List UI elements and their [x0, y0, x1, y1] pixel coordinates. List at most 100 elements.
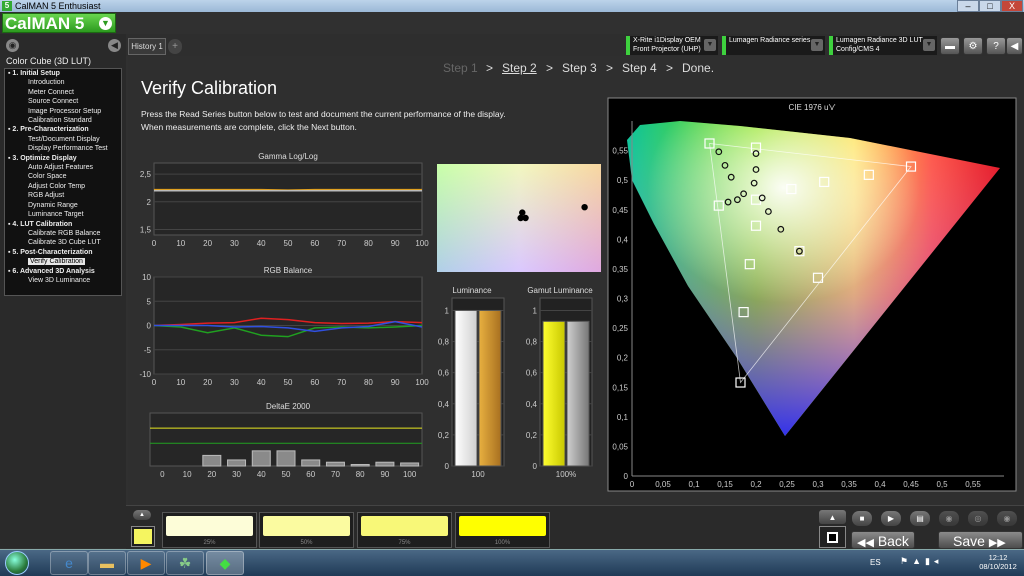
folder-icon[interactable]: ▬ [88, 551, 126, 575]
x-tick-label: 100 [415, 239, 429, 248]
scroll-up-icon[interactable]: ▲ [819, 510, 846, 524]
next-arrow-icon: ▶▶ [988, 537, 1006, 549]
y-tick-label: 0,6 [526, 369, 538, 378]
x-tick-label: 0,1 [688, 480, 700, 489]
y-tick-label: 5 [147, 297, 152, 306]
color-swatch[interactable]: 25% [162, 512, 257, 548]
y-tick-label: 2,5 [140, 170, 152, 179]
deltae-bar [375, 461, 395, 467]
calman-taskbar-icon[interactable]: ◆ [206, 551, 244, 575]
x-tick-label: 70 [337, 239, 346, 248]
network-icon[interactable]: ☘ [166, 551, 204, 575]
preview-point [519, 209, 526, 216]
x-tick-label: 0 [152, 239, 157, 248]
x-tick-label: 100 [415, 378, 429, 387]
x-tick-label: 80 [364, 378, 373, 387]
y-tick-label: 0,55 [612, 147, 628, 156]
media-player-icon[interactable]: ▶ [127, 551, 165, 575]
x-tick-label: 20 [207, 470, 216, 479]
back-button[interactable]: ◀◀ Back [851, 531, 915, 549]
y-tick-label: 0,2 [617, 354, 629, 363]
color-swatch[interactable]: 100% [455, 512, 550, 548]
y-tick-label: -10 [139, 370, 151, 379]
y-tick-label: 0,4 [438, 400, 450, 409]
stop-icon [827, 532, 838, 543]
x-tick-label: 90 [391, 378, 400, 387]
color-swatch[interactable]: 50% [259, 512, 354, 548]
y-tick-label: 0 [445, 462, 450, 471]
deltae-bar [276, 450, 296, 467]
y-tick-label: 1 [445, 306, 450, 315]
x-tick-label: 100 [403, 470, 417, 479]
tray-icons[interactable]: ⚑▲▮◂ [900, 556, 942, 567]
y-tick-label: 0,8 [438, 338, 450, 347]
x-tick-label: 30 [230, 239, 239, 248]
x-tick-label: 20 [203, 239, 212, 248]
x-tick-label: 0,45 [903, 480, 919, 489]
deltae-bar [227, 459, 247, 467]
swatch-color [459, 516, 546, 536]
x-tick-label: 0,5 [936, 480, 948, 489]
y-tick-label: 0,15 [612, 383, 628, 392]
x-tick-label: 0,3 [812, 480, 824, 489]
x-tick-label: 0 [630, 480, 635, 489]
settings-small-icon[interactable]: ◉ [997, 511, 1017, 526]
language-indicator[interactable]: ES [870, 558, 881, 567]
x-tick-label: 100 [471, 470, 485, 479]
y-tick-label: 0,3 [617, 295, 629, 304]
x-tick-label: 30 [232, 470, 241, 479]
x-tick-label: 10 [176, 378, 185, 387]
read-series-icon[interactable]: ▤ [910, 511, 930, 526]
y-tick-label: 2 [147, 198, 152, 207]
stop-read-icon[interactable]: ■ [852, 511, 872, 526]
read-icon[interactable]: ▶ [881, 511, 901, 526]
back-label: Back [877, 533, 909, 549]
x-tick-label: 0 [160, 470, 165, 479]
start-button[interactable] [5, 551, 29, 575]
save-button[interactable]: Save ▶▶ [938, 531, 1023, 549]
cie-chart-title: CIE 1976 u'v' [788, 103, 836, 112]
preview-point [522, 214, 529, 222]
y-tick-label: 0,25 [612, 324, 628, 333]
x-tick-label: 60 [310, 239, 319, 248]
swatch-label: 100% [494, 540, 511, 546]
deltae-bar [400, 462, 420, 467]
y-tick-label: 10 [142, 273, 151, 282]
y-tick-label: 0,6 [438, 369, 450, 378]
deltae-bar [251, 450, 271, 467]
swatch-label: 75% [398, 540, 411, 546]
x-tick-label: 90 [380, 470, 389, 479]
x-tick-label: 0,55 [965, 480, 981, 489]
y-tick-label: 0 [147, 322, 152, 331]
luminance-bar [478, 309, 502, 467]
y-tick-label: 0,45 [612, 206, 628, 215]
x-tick-label: 0,15 [717, 480, 733, 489]
x-tick-label: 0,25 [779, 480, 795, 489]
clock[interactable]: 12:12 08/10/2012 [975, 553, 1021, 571]
back-arrow-icon: ◀◀ [857, 537, 874, 549]
swatch-label: 25% [203, 540, 216, 546]
save-label: Save [953, 533, 985, 549]
x-tick-label: 40 [257, 239, 266, 248]
y-tick-label: 0,8 [526, 338, 538, 347]
swatch-color [263, 516, 350, 536]
ie-icon[interactable]: e [50, 551, 88, 575]
y-tick-label: 0,05 [612, 442, 628, 451]
x-tick-label: 10 [176, 239, 185, 248]
preview-point [581, 204, 588, 211]
x-tick-label: 90 [391, 239, 400, 248]
pause-icon[interactable]: ◎ [968, 511, 988, 526]
stop-button[interactable] [819, 526, 846, 548]
deltae-bar [350, 463, 370, 467]
swatch-label: 50% [300, 540, 313, 546]
clock-date: 08/10/2012 [979, 562, 1017, 571]
y-tick-label: 0,2 [438, 431, 450, 440]
y-tick-label: -5 [144, 346, 152, 355]
y-tick-label: 0,5 [617, 176, 629, 185]
color-swatch[interactable]: 75% [357, 512, 452, 548]
scroll-up-icon[interactable]: ▲ [133, 510, 151, 520]
current-swatch[interactable] [134, 529, 152, 544]
x-tick-label: 50 [284, 378, 293, 387]
luminance-bar [566, 320, 590, 467]
continuous-icon[interactable]: ◉ [939, 511, 959, 526]
